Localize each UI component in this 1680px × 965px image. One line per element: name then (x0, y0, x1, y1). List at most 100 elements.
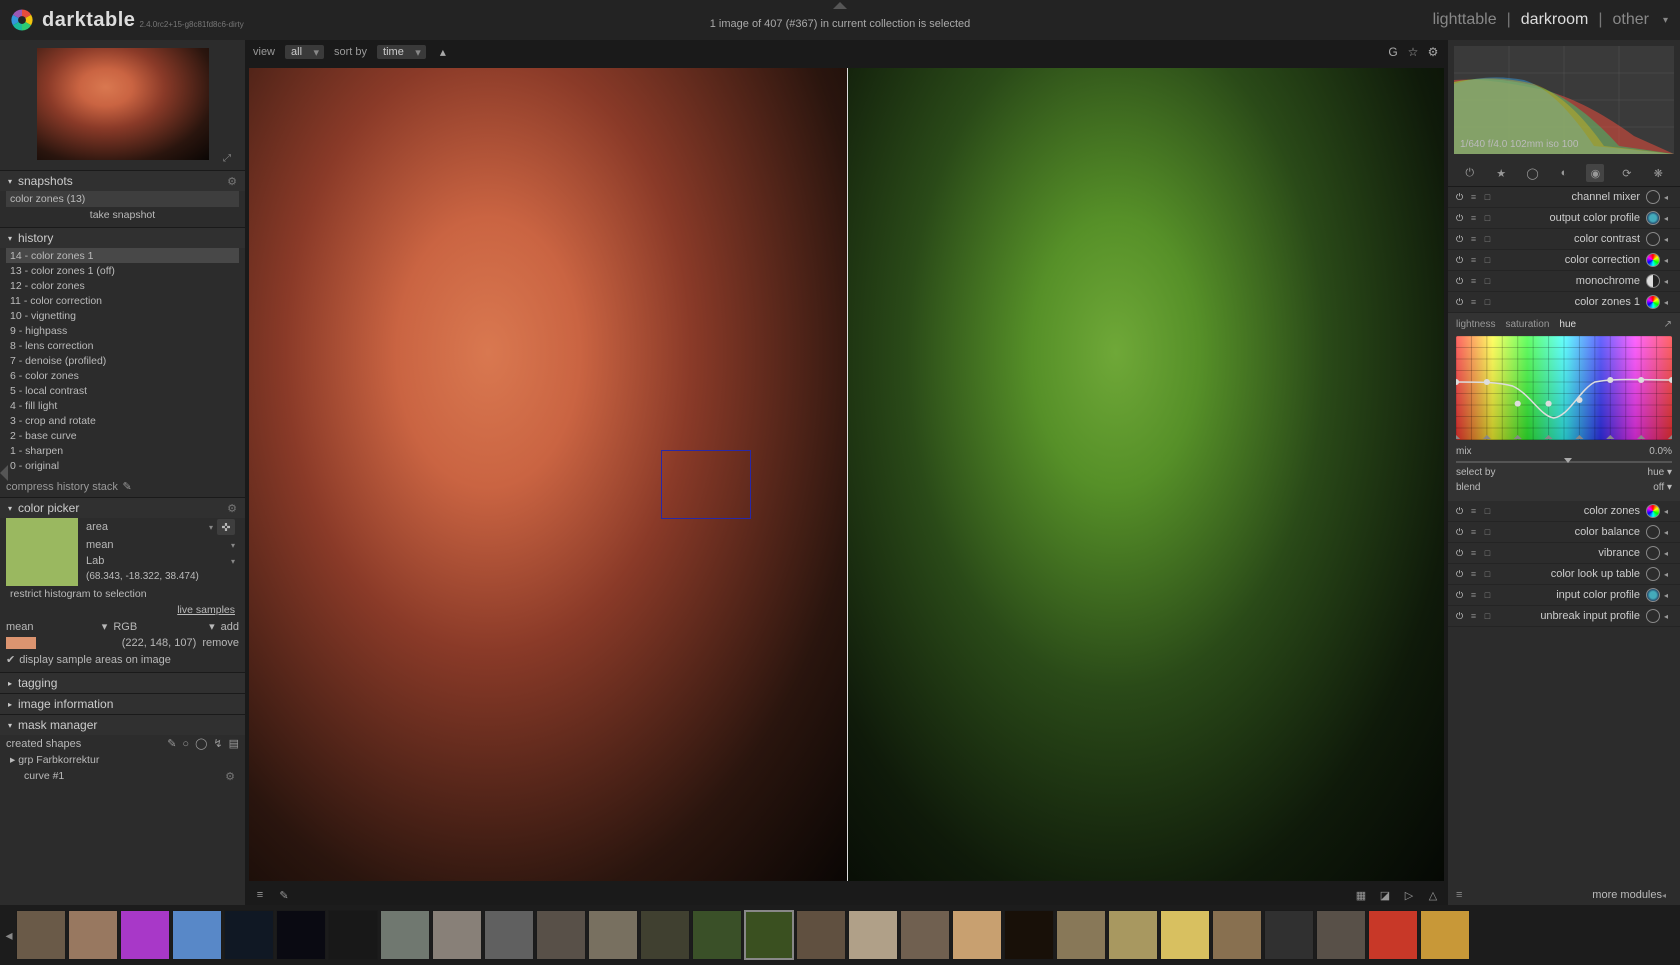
history-item[interactable]: 10 - vignetting (6, 308, 239, 323)
styles-icon[interactable]: ✎ (277, 888, 291, 902)
module-group-color-icon[interactable]: ◉ (1586, 164, 1604, 182)
filmstrip-thumb[interactable] (692, 910, 742, 960)
module-color-contrast[interactable]: ⏻ ≡ □ color contrast ◂ (1448, 229, 1680, 250)
filmstrip-thumb[interactable] (1420, 910, 1470, 960)
view-other[interactable]: other (1613, 11, 1649, 29)
module-group-active-icon[interactable]: ⏻ (1461, 164, 1479, 182)
mix-slider-handle[interactable] (1564, 458, 1572, 463)
module-reset-icon[interactable]: □ (1482, 297, 1493, 308)
filmstrip[interactable]: ◂ (0, 905, 1680, 965)
sort-direction-icon[interactable]: ▴ (436, 45, 450, 59)
filmstrip-thumb[interactable] (1108, 910, 1158, 960)
image-info-header[interactable]: ▸image information (0, 694, 245, 714)
history-item[interactable]: 9 - highpass (6, 323, 239, 338)
overexposed-icon[interactable]: ◪ (1378, 888, 1392, 902)
more-modules-button[interactable]: ≡ more modules ◂ (1448, 885, 1680, 905)
picker-model-select[interactable]: Lab▾ (82, 554, 239, 568)
history-item[interactable]: 4 - fill light (6, 398, 239, 413)
checkbox-checked-icon[interactable]: ✔ (6, 653, 15, 666)
module-power-icon[interactable]: ⏻ (1454, 234, 1465, 245)
filmstrip-thumb[interactable] (588, 910, 638, 960)
navigation-preview[interactable] (37, 48, 209, 160)
circle-icon[interactable]: ○ (182, 738, 189, 750)
history-item[interactable]: 14 - color zones 1 (6, 248, 239, 263)
module-power-icon[interactable]: ⏻ (1454, 527, 1465, 538)
filmstrip-thumb[interactable] (1212, 910, 1262, 960)
take-snapshot-button[interactable]: take snapshot (6, 207, 239, 223)
cz-tab-lightness[interactable]: lightness (1456, 319, 1495, 330)
module-reset-icon[interactable]: □ (1482, 234, 1493, 245)
view-lighttable[interactable]: lighttable (1433, 11, 1497, 29)
filmstrip-thumb[interactable] (1316, 910, 1366, 960)
cz-tab-hue[interactable]: hue (1559, 319, 1576, 330)
filmstrip-thumb[interactable] (432, 910, 482, 960)
raw-overexposed-icon[interactable]: ▦ (1354, 888, 1368, 902)
chevron-left-icon[interactable]: ◂ (1664, 193, 1674, 202)
brush-icon[interactable]: ✎ (167, 737, 176, 750)
history-item[interactable]: 2 - base curve (6, 428, 239, 443)
sort-select[interactable]: time (377, 45, 426, 59)
module-power-icon[interactable]: ⏻ (1454, 213, 1465, 224)
histogram[interactable]: 1/640 f/4.0 102mm iso 100 (1454, 46, 1674, 154)
view-filter-select[interactable]: all (285, 45, 324, 59)
history-item[interactable]: 0 - original (6, 458, 239, 473)
add-sample-button[interactable]: add (221, 621, 239, 633)
color-picker-header[interactable]: ▾ color picker ⚙ (0, 498, 245, 518)
filmstrip-thumb[interactable] (796, 910, 846, 960)
module-group-effect-icon[interactable]: ❋ (1649, 164, 1667, 182)
mask-group[interactable]: ▸ grp Farbkorrektur (6, 752, 239, 768)
filmstrip-thumb[interactable] (848, 910, 898, 960)
chevron-left-icon[interactable]: ◂ (1664, 277, 1674, 286)
module-power-icon[interactable]: ⏻ (1454, 297, 1465, 308)
module-input-color-profile[interactable]: ⏻ ≡ □ input color profile ◂ (1448, 585, 1680, 606)
chevron-left-icon[interactable]: ◂ (1664, 591, 1674, 600)
module-multi-instance-icon[interactable]: ≡ (1468, 611, 1479, 622)
filmstrip-thumb[interactable] (1056, 910, 1106, 960)
chevron-left-icon[interactable]: ◂ (1664, 528, 1674, 537)
filmstrip-thumb[interactable] (68, 910, 118, 960)
history-item[interactable]: 3 - crop and rotate (6, 413, 239, 428)
compress-history-button[interactable]: compress history stack (6, 481, 123, 493)
module-reset-icon[interactable]: □ (1482, 527, 1493, 538)
filmstrip-thumb[interactable] (1004, 910, 1054, 960)
chevron-left-icon[interactable]: ◂ (1664, 570, 1674, 579)
module-reset-icon[interactable]: □ (1482, 276, 1493, 287)
module-multi-instance-icon[interactable]: ≡ (1468, 234, 1479, 245)
module-monochrome[interactable]: ⏻ ≡ □ monochrome ◂ (1448, 271, 1680, 292)
history-item[interactable]: 5 - local contrast (6, 383, 239, 398)
gradient-icon[interactable]: ▤ (229, 737, 239, 750)
preview-expand-icon[interactable]: ⤢ (223, 153, 231, 164)
chevron-left-icon[interactable]: ◂ (1664, 214, 1674, 223)
module-reset-icon[interactable]: □ (1482, 255, 1493, 266)
mask-shape[interactable]: curve #1⚙ (6, 768, 239, 785)
filmstrip-thumb[interactable] (1368, 910, 1418, 960)
filmstrip-thumb[interactable] (380, 910, 430, 960)
module-reset-icon[interactable]: □ (1482, 192, 1493, 203)
sample-stat-select[interactable]: mean▾ (6, 620, 107, 633)
ellipse-icon[interactable]: ◯ (195, 737, 207, 750)
module-multi-instance-icon[interactable]: ≡ (1468, 590, 1479, 601)
module-reset-icon[interactable]: □ (1482, 611, 1493, 622)
history-item[interactable]: 7 - denoise (profiled) (6, 353, 239, 368)
select-by-select[interactable]: hue ▾ (1648, 467, 1672, 478)
module-multi-instance-icon[interactable]: ≡ (1468, 548, 1479, 559)
module-power-icon[interactable]: ⏻ (1454, 548, 1465, 559)
filmstrip-thumb[interactable] (900, 910, 950, 960)
module-group-basic-icon[interactable]: ◯ (1524, 164, 1542, 182)
chevron-left-icon[interactable]: ◂ (1664, 298, 1674, 307)
module-group-correct-icon[interactable]: ⟳ (1618, 164, 1636, 182)
filmstrip-thumb[interactable] (744, 910, 794, 960)
module-reset-icon[interactable]: □ (1482, 548, 1493, 559)
gear-icon[interactable]: ⚙ (227, 175, 237, 188)
module-multi-instance-icon[interactable]: ≡ (1468, 213, 1479, 224)
chevron-left-icon[interactable]: ◂ (1664, 235, 1674, 244)
filmstrip-thumb[interactable] (120, 910, 170, 960)
module-multi-instance-icon[interactable]: ≡ (1468, 297, 1479, 308)
history-item[interactable]: 8 - lens correction (6, 338, 239, 353)
filmstrip-thumb[interactable] (952, 910, 1002, 960)
path-icon[interactable]: ↯ (213, 737, 222, 750)
module-color-zones-1[interactable]: ⏻ ≡ □ color zones 1 ◂ (1448, 292, 1680, 313)
grouping-icon[interactable]: G (1386, 45, 1400, 59)
history-item[interactable]: 12 - color zones (6, 278, 239, 293)
module-unbreak-input-profile[interactable]: ⏻ ≡ □ unbreak input profile ◂ (1448, 606, 1680, 627)
